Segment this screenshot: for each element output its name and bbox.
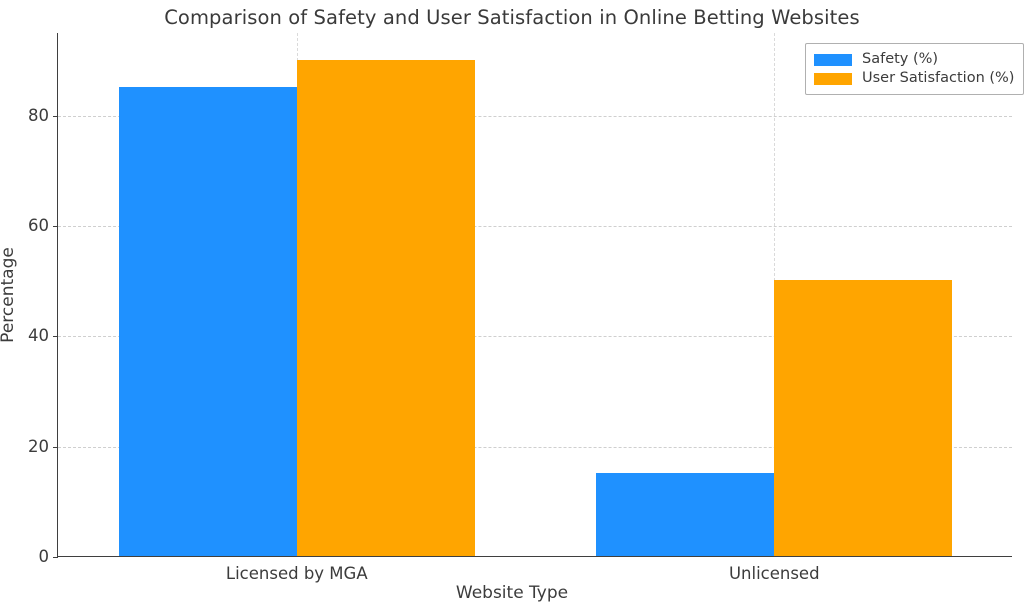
- legend-swatch-safety: [814, 53, 852, 66]
- y-tick-mark: [52, 557, 58, 558]
- x-axis-label: Website Type: [455, 583, 569, 603]
- chart-legend: Safety (%) User Satisfaction (%): [805, 43, 1024, 95]
- legend-item[interactable]: User Satisfaction (%): [814, 69, 1014, 88]
- y-tick-label: 80: [28, 105, 49, 125]
- x-tick-label: Licensed by MGA: [225, 564, 368, 583]
- legend-label-safety: Safety (%): [862, 51, 939, 68]
- plot-area: 0 20 40 60 80 Licensed by MGA Unlicensed: [28, 33, 1012, 582]
- y-tick-mark: [52, 115, 58, 117]
- bar: [118, 87, 297, 556]
- bar: [596, 473, 775, 556]
- bar: [296, 59, 475, 556]
- chart-title: Comparison of Safety and User Satisfacti…: [164, 6, 860, 29]
- y-tick-mark: [52, 336, 58, 338]
- y-tick-mark: [52, 226, 58, 228]
- legend-item[interactable]: Safety (%): [814, 50, 1014, 69]
- plot-inner: 0 20 40 60 80 Licensed by MGA Unlicensed: [28, 33, 1012, 582]
- legend-swatch-user-satisfaction: [814, 72, 852, 85]
- chart-figure: Comparison of Safety and User Satisfacti…: [0, 0, 1024, 611]
- bar: [774, 280, 953, 556]
- y-tick-label: 20: [28, 436, 49, 456]
- x-tick-label: Unlicensed: [728, 564, 820, 583]
- y-tick-label: 40: [28, 326, 49, 346]
- y-tick-mark: [52, 446, 58, 448]
- y-tick-label: 0: [38, 546, 50, 566]
- y-tick-label: 60: [28, 215, 49, 235]
- y-axis-label: Percentage: [0, 247, 18, 343]
- legend-label-user-satisfaction: User Satisfaction (%): [862, 70, 1015, 87]
